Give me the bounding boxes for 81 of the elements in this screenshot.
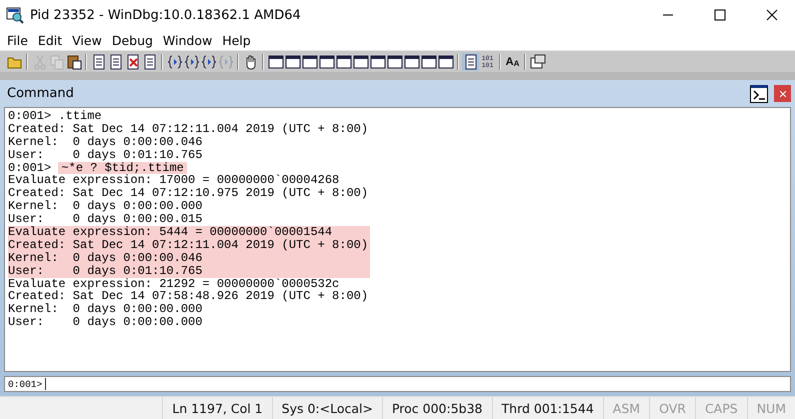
command-text: ~*e ? $tid;.ttime (58, 162, 187, 174)
window-title: Pid 23352 - WinDbg:10.0.18362.1 AMD64 (30, 8, 302, 22)
toolbar-button[interactable] (301, 52, 318, 70)
status-item: OVR (649, 397, 695, 419)
command-text: .ttime (58, 110, 102, 123)
menu-item[interactable]: Edit (32, 32, 68, 48)
clipboard-icon (66, 54, 82, 70)
toolbar-button[interactable] (369, 52, 386, 70)
window-icon (318, 54, 334, 70)
window-icon (336, 54, 352, 70)
toolbar-button[interactable] (352, 52, 369, 70)
output-line: Evaluate expression: 21292 = 00000000`0000532c (8, 278, 340, 290)
menu-item[interactable]: Window (158, 32, 218, 48)
menu-item[interactable]: Debug (106, 32, 158, 48)
toolbar-button[interactable] (65, 52, 82, 70)
braces-icon (218, 54, 234, 70)
toolbar-button[interactable] (403, 52, 420, 70)
status-item: Proc 000:5b38 (382, 397, 492, 419)
toolbar-button[interactable] (200, 52, 217, 70)
window-icon (420, 54, 436, 70)
menu-item[interactable]: File (2, 32, 33, 48)
document-icon (142, 54, 158, 70)
maximize-icon (714, 9, 726, 21)
window-icon (284, 54, 300, 70)
close-icon (766, 9, 778, 21)
toolbar-button[interactable] (437, 52, 454, 70)
toolbar-button[interactable] (267, 52, 284, 70)
copy-icon (48, 54, 64, 70)
window-icon (370, 54, 386, 70)
toolbar-button[interactable] (462, 52, 479, 70)
window-icon (352, 54, 368, 70)
document-icon (124, 54, 140, 70)
output-line: Kernel: 0 days 0:00:00.046 (8, 136, 202, 149)
window-icon (438, 54, 454, 70)
close-icon (780, 90, 786, 96)
options-icon (530, 54, 546, 70)
menu-item[interactable]: Help (217, 32, 256, 48)
toolbar-button[interactable] (335, 52, 352, 70)
output-line: Created: Sat Dec 14 07:12:11.004 2019 (UTC + 8:00) (8, 122, 368, 136)
status-item: ASM (602, 397, 650, 419)
status-item: Sys 0:<Local> (272, 397, 382, 419)
dock-button[interactable] (750, 84, 768, 102)
output-line: Kernel: 0 days 0:00:00.000 (8, 200, 202, 214)
command-field[interactable]: 0:001> (4, 376, 791, 392)
window-icon (302, 54, 318, 70)
font-button[interactable]: AA (504, 52, 521, 70)
output-line: Evaluate expression: 17000 = 00000000`00004268 (8, 174, 340, 188)
toolbar-button[interactable] (284, 52, 301, 70)
output-line: User: 0 days 0:00:00.000 (8, 316, 202, 330)
document-icon (90, 54, 106, 70)
braces-icon (166, 54, 182, 70)
menu-item[interactable]: View (67, 32, 107, 48)
prompt-text: 0:001> (8, 110, 52, 123)
toolbar-button[interactable] (166, 52, 183, 70)
output-line: Created: Sat Dec 14 07:12:10.975 2019 (UTC + 8:00) (8, 187, 368, 200)
output-line: User: 0 days 0:01:10.765 (8, 148, 202, 162)
braces-icon (184, 54, 200, 70)
output-line: Kernel: 0 days 0:00:00.000 (8, 303, 202, 316)
window-icon (268, 54, 284, 70)
document-icon (108, 54, 124, 70)
toolbar-button[interactable] (386, 52, 403, 70)
window-icon (386, 54, 402, 70)
output-line: Created: Sat Dec 14 07:58:48.926 2019 (UTC + 8:00) (8, 290, 368, 304)
console-icon (753, 90, 765, 100)
braces-icon (200, 54, 216, 70)
toolbar-button[interactable] (318, 52, 335, 70)
toolbar-button[interactable] (529, 52, 546, 70)
document-icon (462, 54, 478, 70)
output-line: User: 0 days 0:00:00.015 (8, 213, 202, 226)
window-icon (404, 54, 420, 70)
status-item: Ln 1197, Col 1 (162, 397, 272, 419)
status-item: CAPS (694, 397, 747, 419)
prompt-text: 0:001> (8, 162, 52, 174)
debugger-app-icon (6, 6, 24, 24)
prompt-text: 0:001> (8, 378, 42, 390)
scissors-icon (32, 54, 48, 70)
status-item: NUM (746, 397, 795, 419)
panel-title: Command (6, 86, 75, 101)
toolbar-button[interactable] (420, 52, 437, 70)
status-item: Thrd 001:1544 (492, 397, 603, 419)
toolbar-button[interactable] (183, 52, 200, 70)
